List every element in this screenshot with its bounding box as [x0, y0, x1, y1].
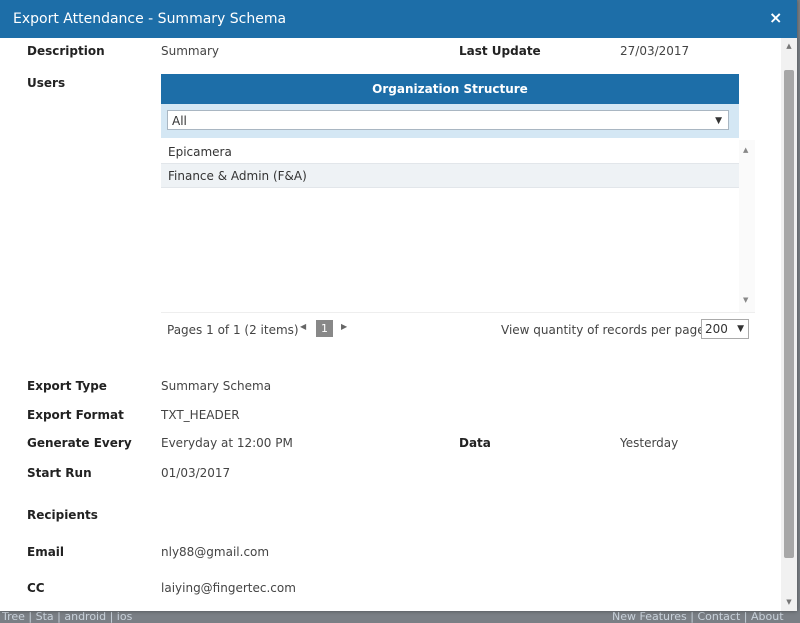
- start-run-label: Start Run: [27, 466, 92, 480]
- list-item[interactable]: Finance & Admin (F&A): [161, 164, 739, 188]
- list-scroll-up-icon[interactable]: ▲: [743, 146, 748, 154]
- email-label: Email: [27, 545, 65, 559]
- start-run-value: 01/03/2017: [161, 466, 231, 480]
- description-value: Summary: [161, 44, 219, 58]
- last-update-label: Last Update: [459, 44, 541, 58]
- background-left-links: Tree | Sta | android | ios: [2, 611, 133, 623]
- export-format-value: TXT_HEADER: [161, 408, 240, 422]
- scroll-down-icon[interactable]: ▼: [784, 598, 794, 606]
- background-footer: Tree | Sta | android | ios New Features …: [0, 611, 800, 623]
- chevron-down-icon[interactable]: ▼: [715, 111, 722, 131]
- dialog-titlebar: Export Attendance - Summary Schema ×: [0, 0, 797, 38]
- records-per-page-label: View quantity of records per page: [501, 323, 705, 337]
- export-dialog: Export Attendance - Summary Schema × ▲ ▼…: [0, 0, 797, 611]
- chevron-down-icon[interactable]: ▼: [737, 320, 744, 338]
- pager: Pages 1 of 1 (2 items) ◀ 1 ▶ View quanti…: [161, 312, 755, 347]
- organization-structure-panel: Organization Structure All ▼ Epicamera F…: [161, 74, 755, 347]
- organization-structure-header: Organization Structure: [161, 74, 739, 104]
- organization-list: Epicamera Finance & Admin (F&A): [161, 140, 739, 312]
- background-right-links: New Features | Contact | About: [612, 611, 784, 623]
- organization-filter-band: All ▼: [161, 104, 739, 138]
- organization-select-value: All: [172, 114, 187, 128]
- generate-every-value: Everyday at 12:00 PM: [161, 436, 293, 450]
- recipients-label: Recipients: [27, 508, 98, 522]
- pager-info: Pages 1 of 1 (2 items): [167, 323, 299, 337]
- records-per-page-select[interactable]: 200 ▼: [701, 319, 749, 339]
- list-scroll-down-icon[interactable]: ▼: [743, 296, 748, 304]
- organization-select[interactable]: All ▼: [167, 110, 729, 130]
- data-label: Data: [459, 436, 491, 450]
- export-format-label: Export Format: [27, 408, 124, 422]
- dialog-scrollbar[interactable]: ▲ ▼: [781, 38, 797, 611]
- export-type-value: Summary Schema: [161, 379, 272, 393]
- cc-label: CC: [27, 581, 45, 595]
- dialog-title: Export Attendance - Summary Schema: [13, 11, 287, 27]
- email-value: nly88@gmail.com: [161, 545, 270, 559]
- data-value: Yesterday: [620, 436, 679, 450]
- records-per-page-value: 200: [705, 322, 728, 336]
- close-icon[interactable]: ×: [769, 9, 782, 27]
- scrollbar-thumb[interactable]: [784, 70, 794, 558]
- description-label: Description: [27, 44, 105, 58]
- list-scrollbar[interactable]: ▲ ▼: [739, 140, 755, 312]
- page-button-1[interactable]: 1: [316, 320, 333, 337]
- next-page-icon[interactable]: ▶: [341, 322, 347, 331]
- generate-every-label: Generate Every: [27, 436, 132, 450]
- cc-value: laiying@fingertec.com: [161, 581, 296, 595]
- scroll-up-icon[interactable]: ▲: [784, 42, 794, 50]
- list-item[interactable]: Epicamera: [161, 140, 739, 164]
- last-update-value: 27/03/2017: [620, 44, 690, 58]
- users-label: Users: [27, 76, 66, 90]
- prev-page-icon[interactable]: ◀: [300, 322, 306, 331]
- export-type-label: Export Type: [27, 379, 107, 393]
